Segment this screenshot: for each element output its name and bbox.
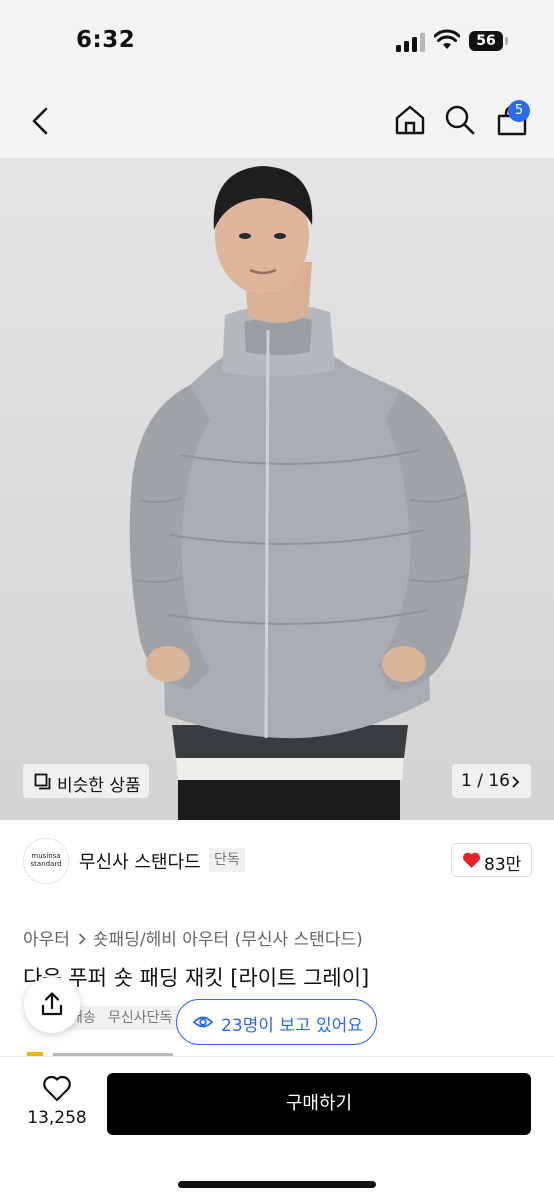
share-button[interactable] [24,977,80,1033]
brand-exclusive-tag: 단독 [209,848,245,872]
image-counter[interactable]: 1 / 16 [452,764,531,798]
cellular-signal-icon [396,32,426,52]
brand-logo-line2: standard [30,860,62,868]
similar-products-label: 비슷한 상품 [57,776,141,796]
cart-count-badge: 5 [508,100,530,122]
eye-icon [193,1016,213,1028]
similar-products-button[interactable]: 비슷한 상품 [23,764,149,798]
chevron-right-icon [512,776,520,788]
similar-items-icon [34,773,51,790]
viewers-count-pill: 23명이 보고 있어요 [176,999,377,1045]
home-icon[interactable] [393,103,427,137]
brand-logo[interactable]: musinsa standard [23,838,69,884]
chevron-right-icon [78,933,86,945]
wifi-icon [434,29,460,49]
heart-filled-icon [462,852,481,868]
brand-like-count: 83만 [484,855,522,875]
battery-cap [505,37,508,45]
viewers-count-label: 23명이 보고 있어요 [221,1016,363,1036]
product-image[interactable] [0,158,554,820]
brand-like-button[interactable]: 83만 [451,843,532,877]
battery-icon: 56 [469,31,503,51]
wishlist-button[interactable]: 13,258 [24,1075,90,1135]
product-title: 다운 푸퍼 숏 패딩 재킷 [라이트 그레이] [23,966,370,990]
status-time: 6:32 [76,27,136,53]
status-bar: 6:32 56 [0,0,554,80]
product-tag-exclusive: 무신사단독 [101,1006,180,1030]
buy-button[interactable]: 구매하기 [107,1073,531,1135]
search-icon[interactable] [444,104,476,136]
brand-name[interactable]: 무신사 스탠다드 [79,848,201,874]
image-counter-text: 1 / 16 [461,771,510,791]
share-icon [41,992,63,1016]
breadcrumb-item-subcategory[interactable]: 숏패딩/헤비 아우터 (무신사 스탠다드) [93,930,363,950]
home-indicator [178,1181,376,1188]
breadcrumb: 아우터 숏패딩/헤비 아우터 (무신사 스탠다드) [23,925,363,950]
breadcrumb-item-category[interactable]: 아우터 [23,930,70,950]
heart-outline-icon [43,1075,71,1102]
model-photo [129,166,471,820]
brand-logo-line1: musinsa [31,852,61,860]
back-icon[interactable] [28,106,52,136]
wishlist-count: 13,258 [27,1108,87,1128]
